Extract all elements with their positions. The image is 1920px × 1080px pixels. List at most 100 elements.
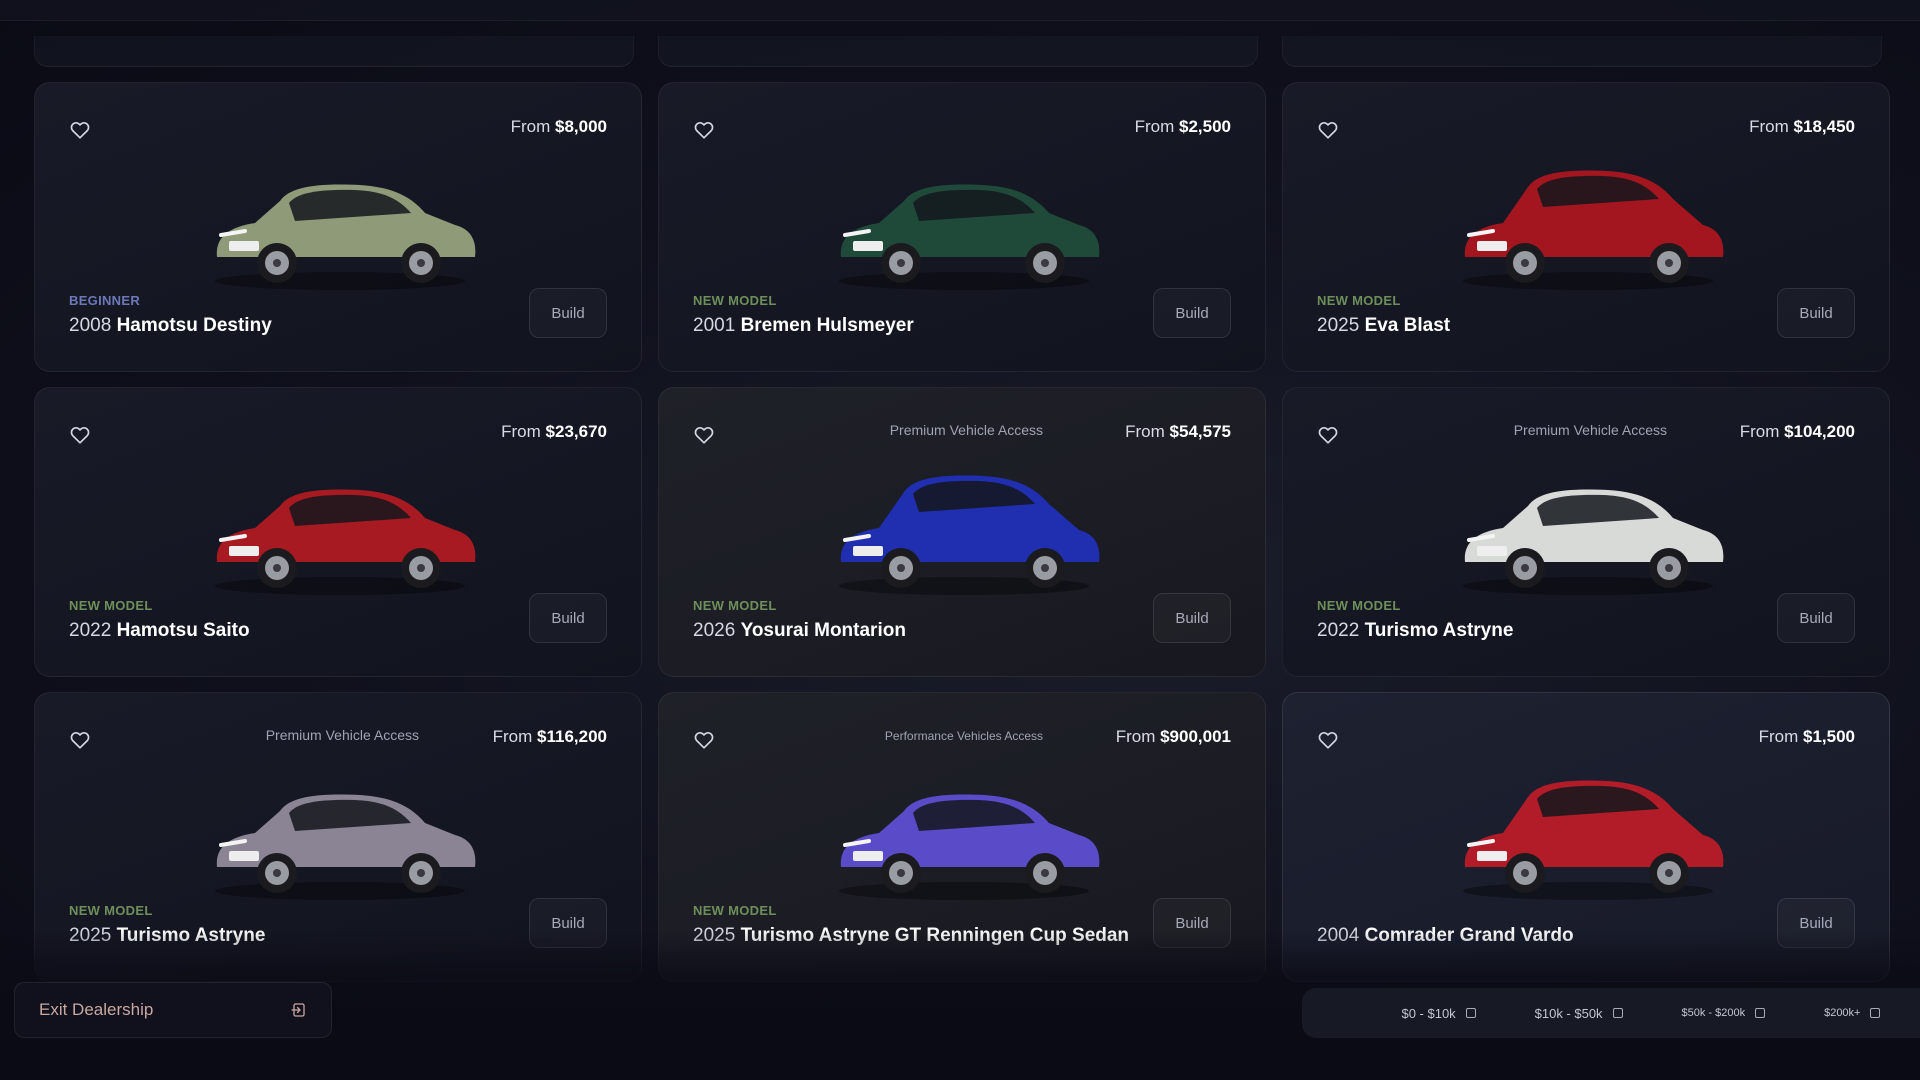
price-value: $8,000 bbox=[555, 117, 607, 136]
vehicle-model: Hamotsu Saito bbox=[116, 620, 250, 641]
price-value: $54,575 bbox=[1169, 422, 1231, 441]
checkbox-icon[interactable] bbox=[1870, 1008, 1881, 1018]
filter-label: $10k - $50k bbox=[1534, 1005, 1603, 1021]
favorite-heart-icon[interactable] bbox=[69, 424, 91, 446]
price-label: From $54,575 bbox=[1125, 422, 1231, 442]
price-prefix: From bbox=[501, 422, 541, 441]
vehicle-card[interactable]: Performance Vehicles Access From $900,00… bbox=[658, 692, 1266, 982]
vehicle-grid: From $8,000 BEGINNER 2008 Hamotsu Destin… bbox=[34, 82, 1890, 982]
vehicle-card[interactable]: From $2,500 NEW MODEL 2001 Bremen Hulsme… bbox=[658, 82, 1266, 372]
exit-dealership-label: Exit Dealership bbox=[39, 1000, 154, 1019]
vehicle-tag: NEW MODEL bbox=[693, 293, 777, 308]
price-prefix: From bbox=[1115, 727, 1156, 746]
vehicle-model: Yosurai Montarion bbox=[740, 620, 906, 641]
vehicle-image bbox=[1433, 755, 1743, 905]
exit-icon bbox=[291, 1003, 305, 1017]
vehicle-name: 2001 Bremen Hulsmeyer bbox=[693, 315, 914, 337]
price-prefix: From bbox=[1758, 727, 1799, 746]
favorite-heart-icon[interactable] bbox=[1317, 119, 1339, 141]
price-label: From $1,500 bbox=[1759, 727, 1855, 747]
checkbox-icon[interactable] bbox=[1612, 1008, 1623, 1018]
access-label: Premium Vehicle Access bbox=[1513, 422, 1667, 438]
favorite-heart-icon[interactable] bbox=[1317, 424, 1339, 446]
access-label: Performance Vehicles Access bbox=[884, 729, 1043, 743]
price-value: $2,500 bbox=[1179, 117, 1231, 136]
build-button[interactable]: Build bbox=[529, 898, 607, 948]
access-label: Premium Vehicle Access bbox=[265, 727, 419, 743]
price-value: $23,670 bbox=[545, 422, 607, 441]
filter-50k-200k[interactable]: $50k - $200k bbox=[1682, 1007, 1766, 1019]
vehicle-model: Bremen Hulsmeyer bbox=[740, 315, 914, 336]
price-prefix: From bbox=[492, 727, 533, 746]
vehicle-tag: NEW MODEL bbox=[1317, 598, 1401, 613]
access-label: Premium Vehicle Access bbox=[889, 422, 1043, 438]
vehicle-year: 2025 bbox=[69, 925, 112, 946]
ghost-card bbox=[658, 36, 1258, 67]
filter-label: $200k+ bbox=[1824, 1007, 1861, 1019]
build-button[interactable]: Build bbox=[1153, 593, 1231, 643]
price-filter-bar: $0 - $10k $10k - $50k $50k - $200k $200k… bbox=[1302, 988, 1920, 1038]
price-value: $1,500 bbox=[1803, 727, 1855, 746]
vehicle-model: Eva Blast bbox=[1364, 315, 1451, 336]
vehicle-model: Hamotsu Destiny bbox=[116, 315, 272, 336]
vehicle-name: 2025 Turismo Astryne GT Renningen Cup Se… bbox=[693, 925, 1129, 947]
build-button[interactable]: Build bbox=[1153, 898, 1231, 948]
vehicle-tag: NEW MODEL bbox=[1317, 293, 1401, 308]
build-button[interactable]: Build bbox=[529, 288, 607, 338]
build-button[interactable]: Build bbox=[1777, 593, 1855, 643]
price-prefix: From bbox=[1749, 117, 1789, 136]
vehicle-name: 2022 Hamotsu Saito bbox=[69, 620, 250, 642]
favorite-heart-icon[interactable] bbox=[1317, 729, 1339, 751]
price-label: From $2,500 bbox=[1135, 117, 1231, 137]
filter-label: $50k - $200k bbox=[1681, 1007, 1746, 1019]
vehicle-image bbox=[1433, 450, 1743, 600]
vehicle-tag: BEGINNER bbox=[69, 293, 141, 308]
top-bar bbox=[0, 0, 1920, 21]
vehicle-year: 2001 bbox=[693, 315, 736, 336]
vehicle-card[interactable]: From $1,500 2004 Comrader Grand Vardo Bu… bbox=[1282, 692, 1890, 982]
favorite-heart-icon[interactable] bbox=[693, 119, 715, 141]
vehicle-card[interactable]: Premium Vehicle Access From $54,575 NEW … bbox=[658, 387, 1266, 677]
vehicle-card[interactable]: From $23,670 NEW MODEL 2022 Hamotsu Sait… bbox=[34, 387, 642, 677]
vehicle-image bbox=[185, 755, 495, 905]
favorite-heart-icon[interactable] bbox=[693, 729, 715, 751]
vehicle-card[interactable]: From $8,000 BEGINNER 2008 Hamotsu Destin… bbox=[34, 82, 642, 372]
dealership-page: From $8,000 BEGINNER 2008 Hamotsu Destin… bbox=[0, 0, 1920, 1080]
vehicle-card[interactable]: Premium Vehicle Access From $116,200 NEW… bbox=[34, 692, 642, 982]
price-label: From $900,001 bbox=[1116, 727, 1231, 747]
vehicle-year: 2025 bbox=[1317, 315, 1360, 336]
filter-0-10k[interactable]: $0 - $10k bbox=[1401, 1006, 1476, 1021]
vehicle-name: 2022 Turismo Astryne bbox=[1317, 620, 1513, 642]
vehicle-name: 2008 Hamotsu Destiny bbox=[69, 315, 272, 337]
vehicle-year: 2004 bbox=[1317, 925, 1360, 946]
vehicle-year: 2022 bbox=[69, 620, 112, 641]
vehicle-card[interactable]: From $18,450 NEW MODEL 2025 Eva Blast Bu… bbox=[1282, 82, 1890, 372]
vehicle-image bbox=[185, 145, 495, 295]
build-button[interactable]: Build bbox=[1777, 288, 1855, 338]
vehicle-model: Turismo Astryne bbox=[116, 925, 266, 946]
vehicle-name: 2025 Turismo Astryne bbox=[69, 925, 265, 947]
previous-row-cards bbox=[34, 36, 1888, 67]
price-label: From $23,670 bbox=[501, 422, 607, 442]
filter-10k-50k[interactable]: $10k - $50k bbox=[1535, 1006, 1623, 1021]
build-button[interactable]: Build bbox=[529, 593, 607, 643]
vehicle-card[interactable]: Premium Vehicle Access From $104,200 NEW… bbox=[1282, 387, 1890, 677]
price-value: $104,200 bbox=[1784, 422, 1855, 441]
vehicle-image bbox=[185, 450, 495, 600]
checkbox-icon[interactable] bbox=[1755, 1008, 1766, 1018]
favorite-heart-icon[interactable] bbox=[693, 424, 715, 446]
price-label: From $8,000 bbox=[511, 117, 607, 137]
favorite-heart-icon[interactable] bbox=[69, 729, 91, 751]
price-value: $900,001 bbox=[1160, 727, 1231, 746]
build-button[interactable]: Build bbox=[1777, 898, 1855, 948]
exit-dealership-button[interactable]: Exit Dealership bbox=[14, 982, 332, 1038]
vehicle-image bbox=[809, 450, 1119, 600]
favorite-heart-icon[interactable] bbox=[69, 119, 91, 141]
vehicle-tag: NEW MODEL bbox=[693, 598, 777, 613]
build-button[interactable]: Build bbox=[1153, 288, 1231, 338]
vehicle-tag: NEW MODEL bbox=[69, 598, 153, 613]
vehicle-name: 2004 Comrader Grand Vardo bbox=[1317, 925, 1574, 947]
vehicle-model: Comrader Grand Vardo bbox=[1364, 925, 1574, 946]
filter-200k-plus[interactable]: $200k+ bbox=[1824, 1007, 1881, 1019]
checkbox-icon[interactable] bbox=[1465, 1008, 1476, 1018]
